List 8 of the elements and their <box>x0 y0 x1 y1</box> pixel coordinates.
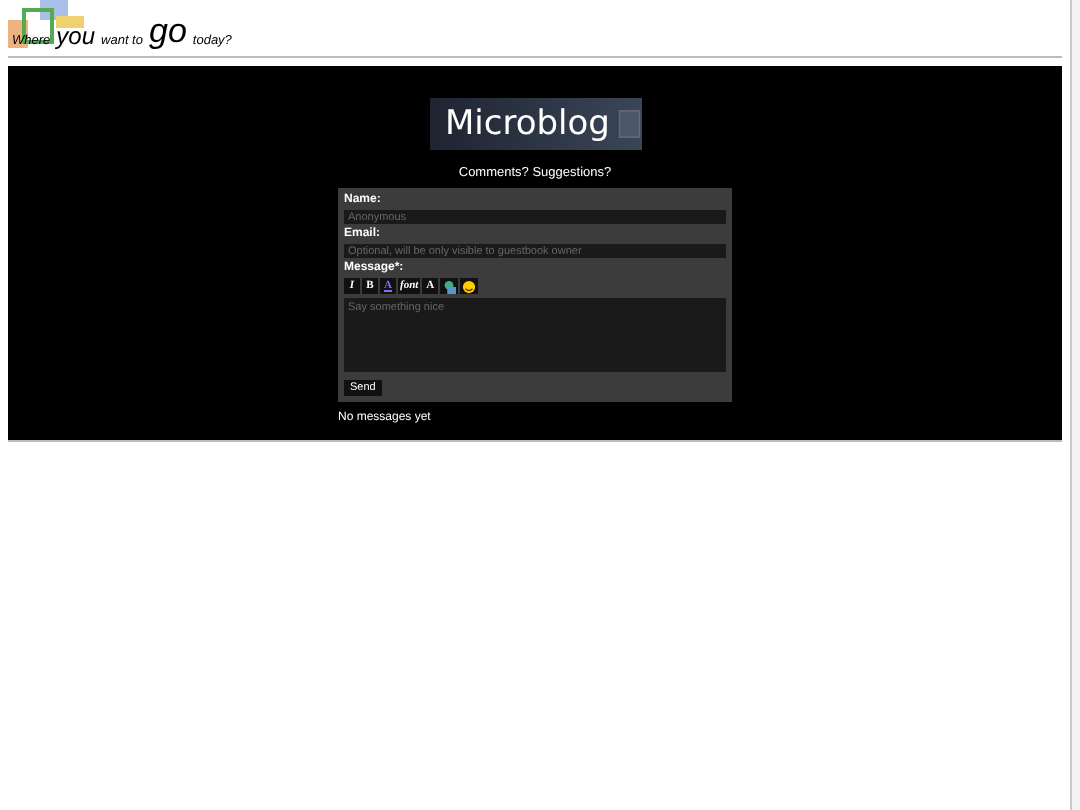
document-icon <box>617 106 641 142</box>
format-button[interactable] <box>440 278 459 294</box>
picture-icon <box>442 279 457 293</box>
tagline-word: you <box>56 24 96 48</box>
smiley-icon <box>462 279 477 293</box>
tagline-word: go <box>148 14 187 48</box>
blog-title: Microblog <box>445 104 610 144</box>
format-button[interactable] <box>460 278 479 294</box>
